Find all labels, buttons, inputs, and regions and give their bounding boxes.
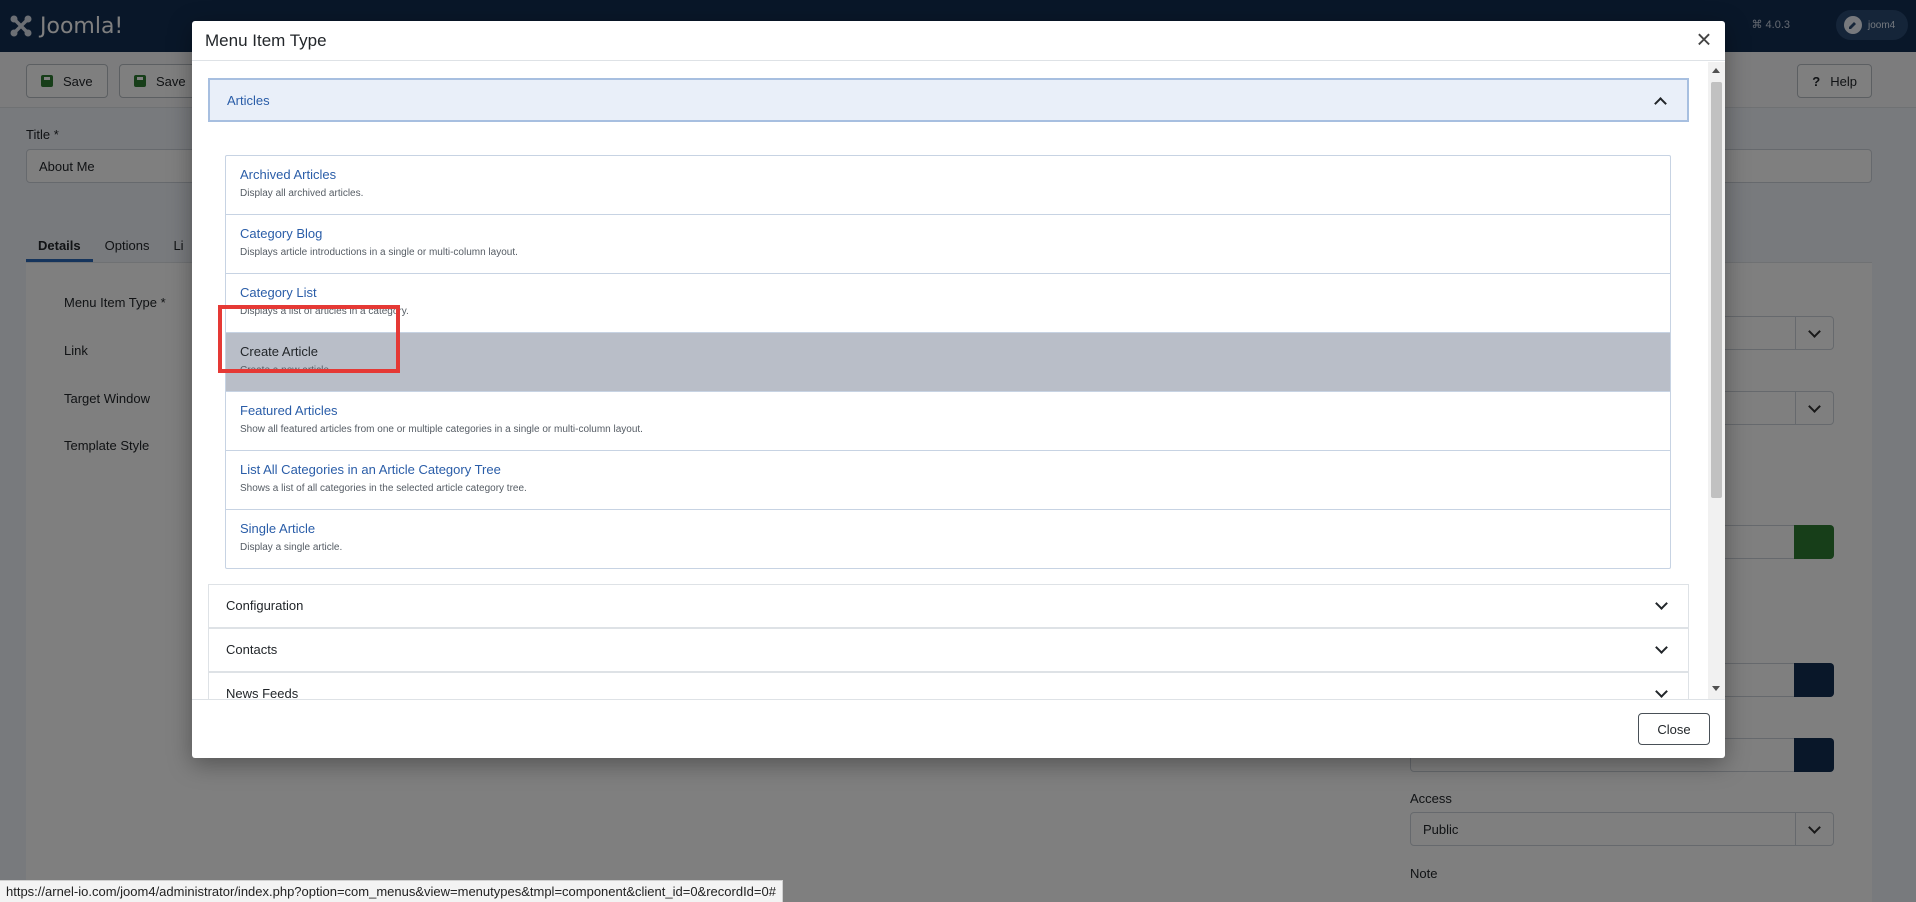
highlight-annotation [218, 305, 400, 373]
item-title: Single Article [240, 521, 316, 536]
item-description: Shows a list of all categories in the se… [240, 483, 527, 494]
accordion-configuration[interactable]: Configuration [208, 584, 1689, 628]
item-description: Displays a list of articles in a categor… [240, 306, 409, 317]
item-description: Show all featured articles from one or m… [240, 424, 643, 435]
accordion-label: Articles [227, 93, 270, 108]
chevron-down-icon [1655, 597, 1668, 610]
accordion-contacts[interactable]: Contacts [208, 628, 1689, 672]
item-description: Display a single article. [240, 542, 343, 553]
accordion-articles[interactable]: Articles [208, 78, 1689, 122]
chevron-down-icon [1655, 641, 1668, 654]
list-item-archived-articles[interactable]: Archived Articles Display all archived a… [226, 156, 1670, 215]
item-title: Archived Articles [240, 167, 337, 182]
item-title: Category List [240, 285, 317, 300]
list-item-list-all-categories[interactable]: List All Categories in an Article Catego… [226, 451, 1670, 510]
modal-title: Menu Item Type [205, 31, 327, 50]
list-item-category-list[interactable]: Category List Displays a list of article… [226, 274, 1670, 333]
articles-item-list: Archived Articles Display all archived a… [225, 155, 1671, 569]
chevron-up-icon [1654, 97, 1667, 110]
list-item-single-article[interactable]: Single Article Display a single article. [226, 510, 1670, 568]
modal-footer: Close [192, 699, 1725, 758]
item-title: Featured Articles [240, 403, 338, 418]
list-item-category-blog[interactable]: Category Blog Displays article introduct… [226, 215, 1670, 274]
scrollbar-thumb[interactable] [1711, 82, 1722, 498]
close-icon[interactable]: × [1691, 26, 1717, 53]
scroll-up-arrow-icon[interactable] [1712, 68, 1720, 73]
item-title: Category Blog [240, 226, 323, 241]
accordion-label: Contacts [226, 642, 278, 657]
list-item-featured-articles[interactable]: Featured Articles Show all featured arti… [226, 392, 1670, 451]
list-item-create-article[interactable]: Create Article Create a new article. [226, 333, 1670, 392]
item-description: Create a new article. [240, 365, 332, 376]
chevron-down-icon [1655, 685, 1668, 698]
close-button[interactable]: Close [1638, 713, 1710, 745]
item-title: List All Categories in an Article Catego… [240, 462, 501, 477]
modal-body: Articles Archived Articles Display all a… [192, 62, 1725, 699]
accordion-label: Configuration [226, 598, 304, 613]
accordion-news-feeds[interactable]: News Feeds [208, 672, 1689, 699]
modal-header: Menu Item Type × [192, 21, 1725, 61]
item-description: Displays article introductions in a sing… [240, 247, 518, 258]
scroll-down-arrow-icon[interactable] [1712, 686, 1720, 691]
accordion-label: News Feeds [226, 686, 299, 699]
item-title: Create Article [240, 344, 319, 359]
modal-scrollbar[interactable] [1708, 62, 1725, 699]
menu-item-type-modal: Menu Item Type × Articles Archived Artic… [192, 21, 1725, 758]
browser-status-url: https://arnel-io.com/joom4/administrator… [0, 880, 783, 902]
item-description: Display all archived articles. [240, 188, 364, 199]
